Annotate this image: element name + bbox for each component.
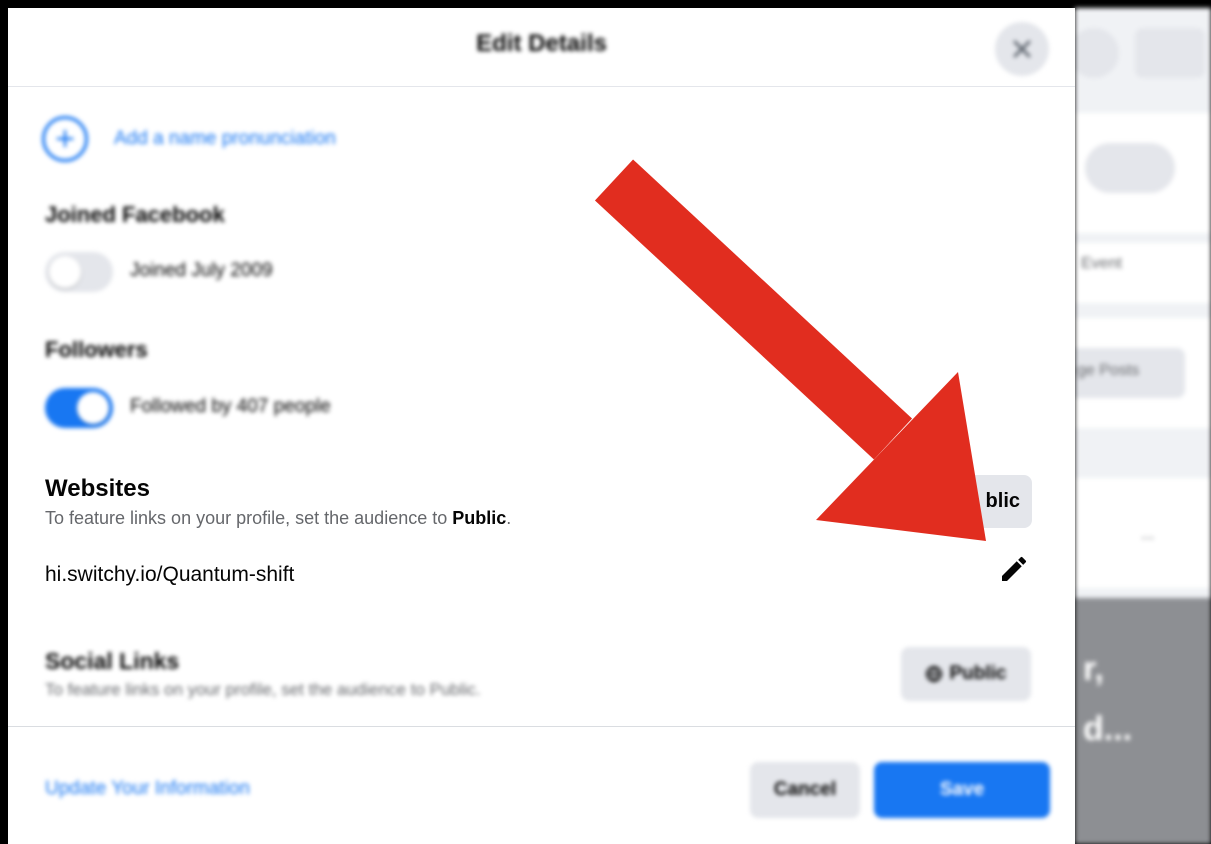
background-card-event: Event (1075, 243, 1211, 303)
background-text-event: Event (1081, 255, 1122, 272)
toggle-knob (49, 256, 81, 288)
toggle-knob (77, 392, 109, 424)
dialog-header: Edit Details (8, 8, 1075, 86)
background-card-more: ... (1075, 478, 1211, 588)
background-big-text-2: d... (1083, 710, 1133, 748)
followers-title: Followers (45, 337, 148, 362)
background-page: Event ge Posts ... r, d... (1075, 8, 1211, 844)
social-links-subtitle: To feature links on your profile, set th… (45, 680, 481, 699)
joined-title: Joined Facebook (45, 202, 225, 227)
search-icon-button (1075, 28, 1119, 78)
add-pronunciation-link[interactable]: Add a name pronunciation (114, 128, 336, 150)
pencil-icon[interactable] (998, 553, 1030, 585)
edit-details-dialog: Edit Details + Add a name pronunciation … (8, 8, 1075, 844)
websites-subtitle: To feature links on your profile, set th… (45, 508, 511, 529)
websites-subtitle-suffix: . (506, 508, 512, 528)
background-posts-button: ge Posts (1075, 348, 1185, 398)
update-information-link[interactable]: Update Your Information (45, 778, 250, 800)
footer-divider (8, 726, 1075, 727)
joined-toggle[interactable] (45, 252, 113, 292)
followers-toggle[interactable] (45, 388, 113, 428)
plus-circle-icon: + (42, 116, 88, 162)
add-pronunciation-row[interactable]: + Add a name pronunciation (42, 112, 336, 166)
background-card-posts: ge Posts (1075, 318, 1211, 428)
websites-subtitle-bold: Public (452, 508, 507, 528)
websites-audience-label: blic (985, 490, 1020, 512)
header-divider (8, 86, 1075, 87)
save-button[interactable]: Save (874, 762, 1050, 818)
background-photo: r, d... (1075, 598, 1211, 844)
joined-label: Joined July 2009 (130, 260, 273, 281)
globe-icon (926, 666, 943, 683)
background-card (1075, 113, 1211, 233)
cancel-button[interactable]: Cancel (750, 762, 860, 818)
background-ellipsis: ... (1141, 526, 1155, 543)
websites-audience-button[interactable]: blic (948, 475, 1032, 528)
dialog-title: Edit Details (476, 30, 607, 57)
websites-subtitle-prefix: To feature links on your profile, set th… (45, 508, 453, 528)
close-icon (1013, 40, 1031, 58)
background-pill (1085, 143, 1175, 193)
website-link: hi.switchy.io/Quantum-shift (45, 563, 295, 586)
more-button (1135, 28, 1205, 78)
social-links-audience-label: Public (949, 663, 1007, 684)
social-links-audience-button[interactable]: Public (901, 647, 1031, 701)
background-big-text-1: r, (1083, 650, 1104, 688)
close-button[interactable] (995, 22, 1049, 76)
followers-label: Followed by 407 people (130, 396, 331, 417)
social-links-title: Social Links (45, 648, 180, 674)
background-text-posts: ge Posts (1077, 362, 1140, 379)
websites-title: Websites (45, 475, 150, 502)
